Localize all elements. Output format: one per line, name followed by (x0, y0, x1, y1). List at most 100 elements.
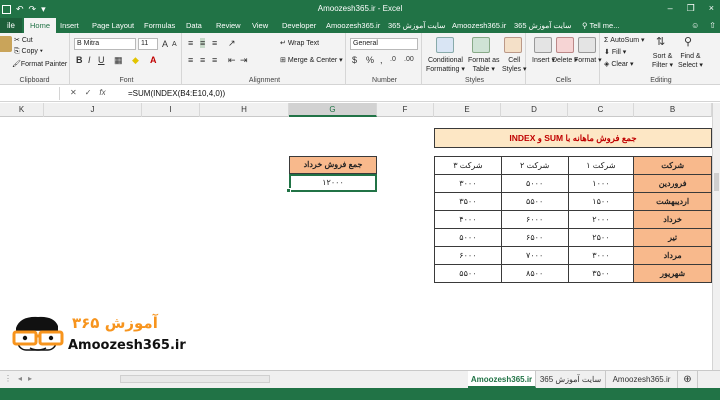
font-size-select[interactable]: 11 (138, 38, 158, 50)
column-header-e[interactable]: E (434, 103, 501, 117)
increase-font-icon[interactable]: A (162, 39, 168, 49)
tab-insert[interactable]: Insert (60, 18, 79, 33)
align-bottom-icon[interactable]: ≡ (212, 38, 217, 48)
next-sheet-icon[interactable]: ▸ (28, 374, 32, 383)
conditional-formatting-button[interactable]: Conditional Formatting ▾ (426, 56, 465, 74)
horizontal-scrollbar[interactable] (120, 375, 270, 383)
cell-styles-button[interactable]: Cell Styles ▾ (502, 56, 527, 74)
sheet-tab-amoozesh[interactable]: Amoozesh365.ir (468, 371, 536, 388)
month-cell[interactable]: تیر (633, 228, 712, 247)
tab-data[interactable]: Data (186, 18, 202, 33)
orientation-icon[interactable]: ↗ (228, 38, 236, 48)
value-cell[interactable]: ۵۰۰۰ (500, 174, 569, 193)
column-header-d[interactable]: D (501, 103, 568, 117)
minimize-button[interactable]: – (668, 3, 673, 14)
header-company-3[interactable]: شرکت ۳ (434, 156, 502, 175)
tab-review[interactable]: Review (216, 18, 241, 33)
month-cell[interactable]: مرداد (633, 246, 712, 265)
value-cell[interactable]: ۳۰۰۰ (434, 174, 502, 193)
column-header-i[interactable]: I (142, 103, 200, 117)
sign-in-icon[interactable]: ☺ (691, 18, 699, 33)
align-middle-icon[interactable]: ≡ (200, 38, 206, 48)
tab-view[interactable]: View (252, 18, 268, 33)
worksheet-grid[interactable]: جمع فروش ماهانه با SUM و INDEX شرکت شرکت… (0, 118, 712, 370)
align-right-icon[interactable]: ≡ (212, 55, 217, 65)
vertical-scroll-thumb[interactable] (714, 173, 719, 191)
border-icon[interactable]: ▦ (114, 55, 123, 65)
fill-handle[interactable] (286, 188, 291, 193)
value-cell[interactable]: ۶۰۰۰ (434, 246, 502, 265)
column-header-j[interactable]: J (44, 103, 142, 117)
comma-icon[interactable]: , (380, 55, 383, 65)
column-header-c[interactable]: C (568, 103, 634, 117)
table-title[interactable]: جمع فروش ماهانه با SUM و INDEX (434, 128, 712, 148)
sort-filter-button[interactable]: Sort & Filter ▾ (652, 52, 673, 70)
increase-indent-icon[interactable]: ⇥ (240, 55, 248, 65)
value-cell[interactable]: ۵۵۰۰ (434, 264, 502, 283)
tab-page-layout[interactable]: Page Layout (92, 18, 134, 33)
tab-amoozesh-1[interactable]: Amoozesh365.ir (326, 18, 380, 33)
align-left-icon[interactable]: ≡ (188, 55, 193, 65)
find-select-button[interactable]: Find & Select ▾ (678, 52, 703, 70)
fill-button[interactable]: ⬇ Fill ▾ (604, 48, 626, 56)
value-cell[interactable]: ۷۰۰۰ (500, 246, 569, 265)
value-cell[interactable]: ۱۰۰۰ (567, 174, 635, 193)
header-company-2[interactable]: شرکت ۲ (500, 156, 569, 175)
restore-button[interactable]: ❐ (687, 3, 695, 14)
more-options-icon[interactable]: ⋮ (4, 374, 12, 383)
month-cell[interactable]: خرداد (633, 210, 712, 229)
column-header-k[interactable]: K (0, 103, 44, 117)
value-cell[interactable]: ۳۵۰۰ (434, 192, 502, 211)
number-format-select[interactable]: General (350, 38, 418, 50)
value-cell[interactable]: ۶۵۰۰ (500, 228, 569, 247)
total-value-cell[interactable]: ۱۲۰۰۰ (289, 174, 377, 192)
tab-site-2[interactable]: سایت آموزش 365 (514, 18, 571, 33)
tab-formulas[interactable]: Formulas (144, 18, 175, 33)
decrease-indent-icon[interactable]: ⇤ (228, 55, 236, 65)
month-cell[interactable]: شهریور (633, 264, 712, 283)
sheet-tab-amoozesh-2[interactable]: Amoozesh365.ir (606, 371, 678, 388)
decrease-decimal-icon[interactable]: .00 (404, 55, 414, 65)
tell-me-search[interactable]: ⚲ Tell me... (582, 18, 619, 33)
clear-button[interactable]: ◈ Clear ▾ (604, 60, 634, 68)
enter-icon[interactable]: ✓ (85, 88, 92, 97)
value-cell[interactable]: ۳۵۰۰ (567, 264, 635, 283)
italic-icon[interactable]: I (88, 55, 91, 65)
close-button[interactable]: × (709, 3, 714, 14)
cancel-icon[interactable]: ✕ (70, 88, 77, 97)
value-cell[interactable]: ۵۰۰۰ (434, 228, 502, 247)
month-cell[interactable]: فروردین (633, 174, 712, 193)
header-company-1[interactable]: شرکت ۱ (567, 156, 635, 175)
tab-amoozesh-2[interactable]: Amoozesh365.ir (452, 18, 506, 33)
value-cell[interactable]: ۱۵۰۰ (567, 192, 635, 211)
sheet-tab-site[interactable]: سایت آموزش 365 (536, 371, 606, 388)
formula-input[interactable]: =SUM(INDEX(B4:E10,4,0)) (128, 89, 225, 98)
merge-center-button[interactable]: ⊞ Merge & Center ▾ (280, 56, 343, 64)
font-family-select[interactable]: B Mitra (74, 38, 136, 50)
vertical-scrollbar[interactable] (712, 103, 720, 370)
currency-icon[interactable]: $ (352, 55, 357, 65)
decrease-font-icon[interactable]: A (172, 40, 177, 50)
insert-function-icon[interactable]: fx (99, 88, 105, 97)
prev-sheet-icon[interactable]: ◂ (18, 374, 22, 383)
wrap-text-button[interactable]: ↵ Wrap Text (280, 39, 319, 47)
month-cell[interactable]: اردیبهشت (633, 192, 712, 211)
column-header-f[interactable]: F (377, 103, 434, 117)
column-header-g[interactable]: G (289, 103, 377, 117)
column-header-b[interactable]: B (634, 103, 712, 117)
increase-decimal-icon[interactable]: .0 (390, 55, 396, 65)
tab-home[interactable]: Home (24, 18, 57, 33)
align-top-icon[interactable]: ≡ (188, 38, 193, 48)
format-cells-button[interactable]: Format ▾ (574, 56, 602, 64)
column-header-h[interactable]: H (200, 103, 289, 117)
fill-color-icon[interactable]: ◆ (132, 55, 139, 65)
value-cell[interactable]: ۲۰۰۰ (567, 210, 635, 229)
value-cell[interactable]: ۲۵۰۰ (567, 228, 635, 247)
copy-button[interactable]: ⎘ Copy ▾ (14, 48, 43, 56)
align-center-icon[interactable]: ≡ (200, 55, 205, 65)
tab-developer[interactable]: Developer (282, 18, 316, 33)
value-cell[interactable]: ۸۵۰۰ (500, 264, 569, 283)
share-icon[interactable]: ⇧ (709, 18, 716, 33)
tab-file[interactable]: ile (0, 18, 22, 33)
value-cell[interactable]: ۶۰۰۰ (500, 210, 569, 229)
